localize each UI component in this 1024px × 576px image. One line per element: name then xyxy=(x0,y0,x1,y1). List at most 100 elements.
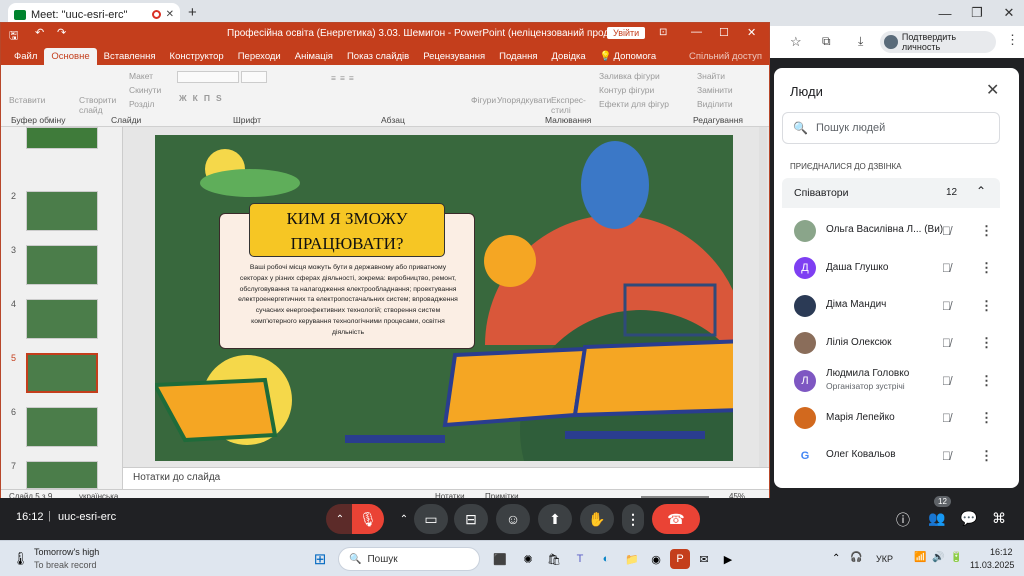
tray-app-icon[interactable]: 🎧 xyxy=(850,552,862,563)
present-button[interactable]: ⬆ xyxy=(538,504,572,534)
new-slide-button[interactable]: Створити слайд xyxy=(79,95,119,115)
activities-icon[interactable]: ⌘ xyxy=(992,510,1006,527)
paste-button[interactable]: Вставити xyxy=(9,95,45,105)
participant-row[interactable]: Д Даша Глушко 🎙̸ ⋮ xyxy=(782,250,1000,287)
emoji-button[interactable]: ☺ xyxy=(496,504,530,534)
slide-thumbnail[interactable] xyxy=(26,127,98,149)
teams-icon[interactable]: T xyxy=(570,549,590,569)
chat-icon[interactable]: 💬 xyxy=(960,510,977,527)
slide-thumbnail[interactable] xyxy=(26,191,98,231)
powerpoint-icon[interactable]: P xyxy=(670,549,690,569)
menu-home[interactable]: Основне xyxy=(44,48,97,65)
font-name-dropdown[interactable] xyxy=(177,71,239,83)
contributors-group-header[interactable]: Співавтори 12 ⌃ xyxy=(782,178,1000,208)
explorer-icon[interactable]: 📁 xyxy=(622,549,642,569)
ribbon-display-icon[interactable]: ⊡ xyxy=(659,27,667,38)
menu-review[interactable]: Рецензування xyxy=(416,48,492,65)
menu-design[interactable]: Конструктор xyxy=(163,48,231,65)
profile-button[interactable]: Подтвердить личность xyxy=(880,31,996,53)
more-options-icon[interactable]: ⋮ xyxy=(980,223,993,239)
arrange-button[interactable]: Упорядкувати xyxy=(497,95,551,105)
maximize-button[interactable]: ❐ xyxy=(962,3,992,23)
ppt-maximize-button[interactable]: ☐ xyxy=(719,26,729,39)
menu-icon[interactable]: ⋮ xyxy=(1006,32,1019,48)
more-options-icon[interactable]: ⋮ xyxy=(980,373,993,389)
mic-options-button[interactable]: ⌃ xyxy=(326,504,354,534)
download-icon[interactable]: ⤓ xyxy=(858,34,863,49)
more-options-icon[interactable]: ⋮ xyxy=(980,335,993,351)
weather-title[interactable]: Tomorrow's high xyxy=(34,547,99,557)
new-tab-button[interactable]: + xyxy=(188,4,197,21)
share-button[interactable]: Спільний доступ xyxy=(682,48,769,65)
slide-title[interactable]: КИМ Я ЗМОЖУ ПРАЦЮВАТИ? xyxy=(249,203,445,257)
participant-row[interactable]: Лілія Олексюк 🎙̸ ⋮ xyxy=(782,325,1000,362)
task-view-icon[interactable]: ⬛ xyxy=(490,549,510,569)
more-options-button[interactable]: ⋮ xyxy=(622,504,644,534)
tray-lang[interactable]: УКР xyxy=(876,554,893,564)
menu-file[interactable]: Файл xyxy=(7,48,44,65)
undo-icon[interactable]: ↶ xyxy=(35,26,44,39)
people-search-input[interactable]: 🔍 Пошук людей xyxy=(782,112,1000,144)
reset-button[interactable]: Скинути xyxy=(129,85,161,95)
extensions-icon[interactable]: ⧉ xyxy=(822,34,831,49)
close-panel-icon[interactable]: ✕ xyxy=(986,80,999,100)
mic-off-icon[interactable]: 🎙̸ xyxy=(942,261,951,275)
minimize-button[interactable]: — xyxy=(930,3,960,23)
vertical-scrollbar[interactable] xyxy=(759,127,767,467)
menu-animation[interactable]: Анімація xyxy=(288,48,340,65)
info-icon[interactable]: ⓘ xyxy=(896,510,910,530)
people-icon[interactable]: 👥 xyxy=(928,510,945,527)
shape-outline-button[interactable]: Контур фігури xyxy=(599,85,654,95)
more-options-icon[interactable]: ⋮ xyxy=(980,410,993,426)
redo-icon[interactable]: ↷ xyxy=(57,26,66,39)
slide-thumbnail-selected[interactable] xyxy=(26,353,98,393)
menu-slideshow[interactable]: Показ слайдів xyxy=(340,48,416,65)
section-button[interactable]: Розділ xyxy=(129,99,154,109)
close-window-button[interactable]: ✕ xyxy=(994,3,1024,23)
participant-row[interactable]: Діма Мандич 🎙̸ ⋮ xyxy=(782,287,1000,324)
participant-row[interactable]: Л Людмила Головко Організатор зустрічі 🎙̸ ⋮ xyxy=(782,362,1000,399)
more-options-icon[interactable]: ⋮ xyxy=(980,448,993,464)
shape-effects-button[interactable]: Ефекти для фігур xyxy=(599,99,669,109)
battery-icon[interactable]: 🔋 xyxy=(950,552,962,563)
store-icon[interactable]: 🛍 xyxy=(544,549,564,569)
slide-body-text[interactable]: Ваші робочі місця можуть бути в державно… xyxy=(235,263,461,339)
camera-options-button[interactable]: ⌃ xyxy=(394,504,414,534)
menu-assist[interactable]: Допомога xyxy=(614,48,664,65)
find-button[interactable]: Знайти xyxy=(697,71,725,81)
close-tab-icon[interactable]: ✕ xyxy=(166,9,174,20)
volume-icon[interactable]: 🔊 xyxy=(932,552,944,563)
taskbar-search[interactable]: 🔍 Пошук xyxy=(338,547,480,571)
replace-button[interactable]: Замінити xyxy=(697,85,733,95)
chevron-up-icon[interactable]: ⌃ xyxy=(976,184,986,198)
shape-fill-button[interactable]: Заливка фігури xyxy=(599,71,660,81)
raise-hand-button[interactable]: ✋ xyxy=(580,504,614,534)
font-format-buttons[interactable]: ЖКПS xyxy=(179,93,228,103)
mic-off-icon[interactable]: 🎙̸ xyxy=(942,411,951,425)
sign-in-button[interactable]: Увійти xyxy=(607,27,646,39)
star-icon[interactable]: ☆ xyxy=(790,34,802,50)
captions-button[interactable]: ⊟ xyxy=(454,504,488,534)
menu-view[interactable]: Подання xyxy=(492,48,544,65)
menu-insert[interactable]: Вставлення xyxy=(97,48,163,65)
slide-canvas[interactable]: КИМ Я ЗМОЖУ ПРАЦЮВАТИ? Ваші робочі місця… xyxy=(155,135,733,461)
copilot-icon[interactable]: ✺ xyxy=(518,549,538,569)
slide-thumbnail[interactable] xyxy=(26,461,98,489)
mic-off-icon[interactable]: 🎙̸ xyxy=(942,449,951,463)
slide-thumbnail[interactable] xyxy=(26,407,98,447)
mail-icon[interactable]: ✉ xyxy=(694,549,714,569)
ppt-minimize-button[interactable]: — xyxy=(691,26,702,38)
chrome-icon[interactable]: ◉ xyxy=(646,549,666,569)
media-icon[interactable]: ▶ xyxy=(718,549,738,569)
select-button[interactable]: Виділити xyxy=(697,99,733,109)
mic-off-icon[interactable]: 🎙̸ xyxy=(942,299,951,313)
participant-row[interactable]: Марія Лепейко 🎙̸ ⋮ xyxy=(782,400,1000,437)
save-icon[interactable]: 🖫 xyxy=(9,27,18,46)
participant-row[interactable]: Ольга Василівна Л... (Ви) 🎙̸ ⋮ xyxy=(782,212,1000,249)
wifi-icon[interactable]: 📶 xyxy=(914,552,926,563)
clock-date[interactable]: 11.03.2025 xyxy=(970,560,1014,570)
more-options-icon[interactable]: ⋮ xyxy=(980,298,993,314)
start-icon[interactable]: ⊞ xyxy=(310,549,330,569)
more-options-icon[interactable]: ⋮ xyxy=(980,260,993,276)
clock-time[interactable]: 16:12 xyxy=(990,547,1013,557)
